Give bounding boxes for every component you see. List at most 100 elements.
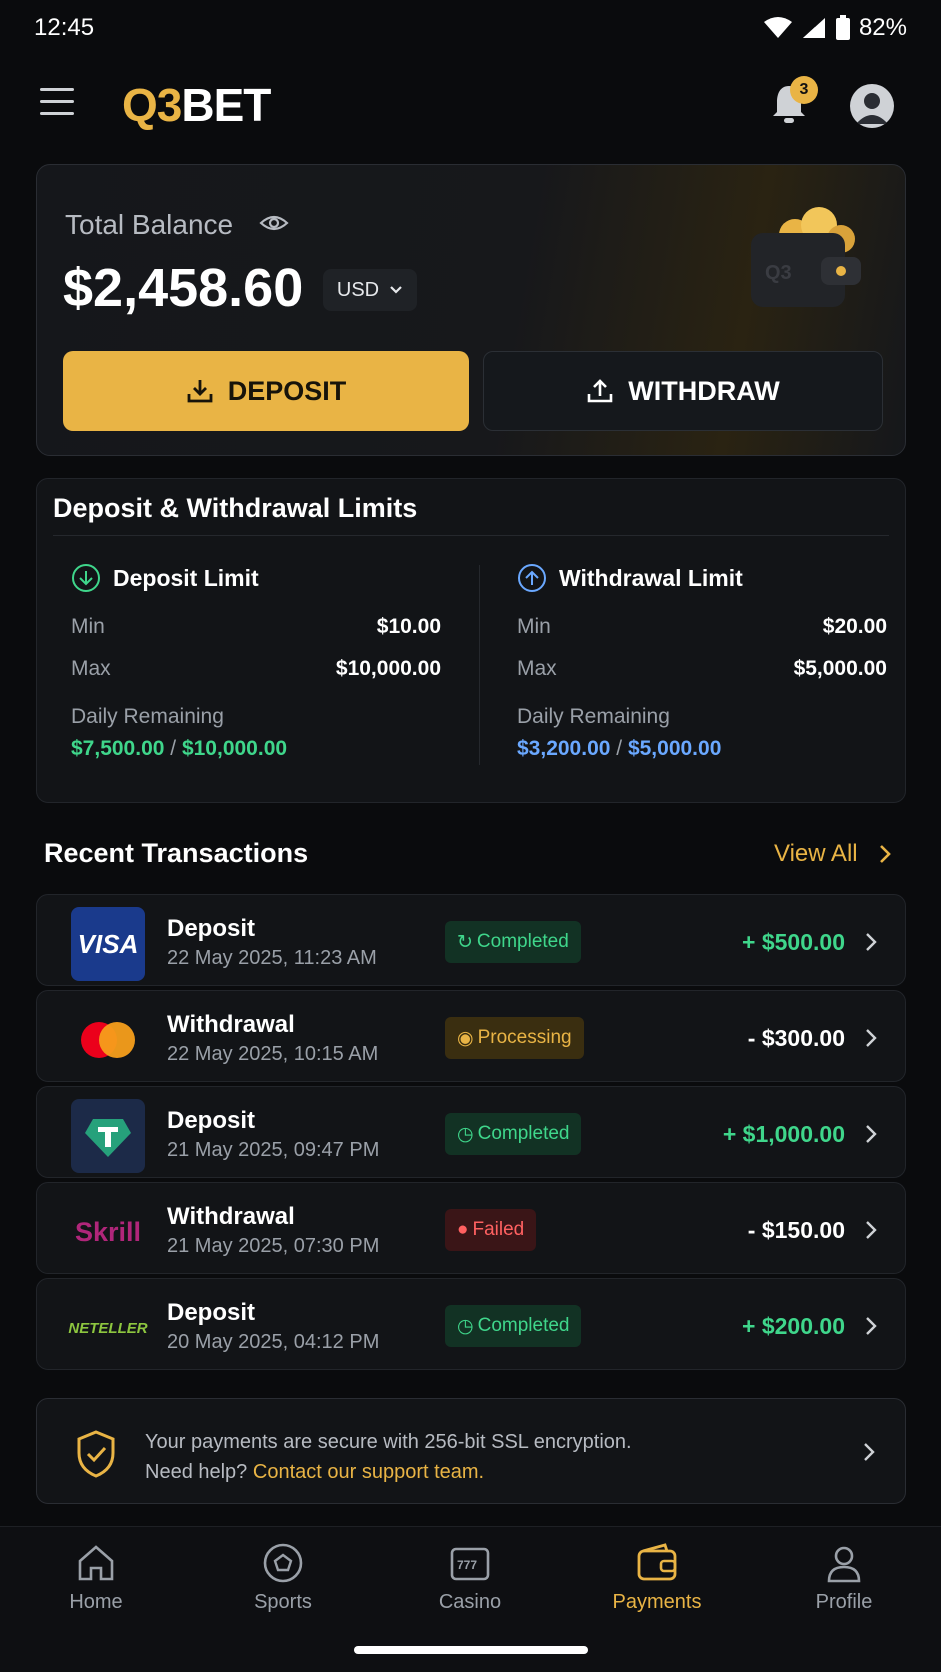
nav-item-home[interactable]: Home [26,1541,166,1614]
signal-icon [802,18,825,38]
upload-icon [587,379,613,403]
transaction-date: 22 May 2025, 10:15 AM [167,1043,379,1065]
chevron-right-icon [866,1029,877,1047]
withdrawal-limit-title: Withdrawal Limit [559,564,743,591]
limits-title: Deposit & Withdrawal Limits [53,493,418,523]
svg-text:777: 777 [457,1558,477,1572]
currency-value: USD [336,278,380,301]
chevron-right-icon [864,1443,875,1461]
balance-card: Total Balance $2,458.60 USD Q3 DEPOSIT W… [36,164,906,456]
deposit-max-value: $10,000.00 [335,657,441,680]
chevron-right-icon [866,1317,877,1335]
deposit-daily-remaining: $7,500.00 / $10,000.00 [71,737,288,760]
arrow-up-circle-icon [518,564,546,592]
status-icons: 82% [763,14,907,42]
withdrawal-max-value: $5,000.00 [793,657,887,680]
chevron-right-icon [866,1221,877,1239]
arrow-down-circle-icon [72,564,100,592]
deposit-limit-section: Deposit Limit Min $10.00 Max $10,000.00 Da… [71,561,441,761]
status-bar: 12:45 82% [0,0,941,56]
transaction-amount: + $200.00 [742,1313,845,1339]
withdrawal-min-value: $20.00 [822,615,887,638]
withdrawal-daily-remaining: $3,200.00 / $5,000.00 [517,737,722,760]
transaction-row[interactable]: Withdrawal 22 May 2025, 10:15 AM ◉ Proces… [36,990,906,1082]
min-label: Min [71,615,105,638]
transaction-type: Deposit [167,915,256,942]
wifi-icon [763,17,792,38]
avatar[interactable] [850,84,894,128]
transaction-amount: + $500.00 [742,929,845,955]
neteller-logo-icon: NETELLER [68,1319,148,1337]
menu-button[interactable] [40,88,74,116]
withdraw-button[interactable]: WITHDRAW [483,351,883,431]
deposit-label: DEPOSIT [227,375,347,406]
view-all-link[interactable]: View All [774,840,892,868]
withdraw-label: WITHDRAW [628,375,780,406]
skrill-logo-icon: Skrill [74,1216,142,1247]
status-time: 12:45 [34,14,95,41]
status-badge: ◷ Completed [445,1113,582,1155]
balance-amount: $2,458.60 [63,258,304,318]
transaction-amount: - $150.00 [747,1217,845,1243]
daily-remaining-label: Daily Remaining [517,705,670,728]
nav-item-payments[interactable]: Payments [587,1541,727,1614]
transaction-date: 21 May 2025, 09:47 PM [167,1139,380,1161]
view-all-label: View All [774,840,858,867]
transaction-row[interactable]: VISA Deposit 22 May 2025, 11:23 AM ↻ Comp… [36,894,906,986]
visa-logo-icon: VISA [71,907,145,981]
transaction-row[interactable]: Skrill Withdrawal 21 May 2025, 07:30 PM … [36,1182,906,1274]
nav-item-casino[interactable]: 777 Casino [400,1541,540,1614]
chevron-right-icon [866,1125,877,1143]
person-icon [827,1546,861,1583]
deposit-min-value: $10.00 [376,615,441,638]
currency-select[interactable]: USD [323,269,417,311]
ball-icon [263,1543,303,1583]
tether-logo-icon [71,1099,145,1173]
shield-check-icon [77,1430,115,1478]
limits-card: Deposit & Withdrawal Limits Deposit Limi… [36,478,906,803]
home-indicator[interactable] [354,1646,588,1654]
deposit-button[interactable]: DEPOSIT [63,351,469,431]
battery-icon [835,15,850,40]
transaction-date: 21 May 2025, 07:30 PM [167,1235,380,1257]
transaction-date: 22 May 2025, 11:23 AM [167,947,377,969]
status-badge: ◉ Processing [445,1017,584,1059]
wallet-icon [637,1543,677,1581]
deposit-limit-title: Deposit Limit [113,564,259,591]
download-icon [187,380,213,403]
max-label: Max [71,657,111,680]
transaction-type: Withdrawal [167,1011,295,1038]
notification-badge: 3 [790,76,818,104]
max-label: Max [517,657,557,680]
transaction-type: Deposit [167,1107,256,1134]
nav-item-profile[interactable]: Profile [774,1541,914,1614]
recent-transactions-title: Recent Transactions [44,838,309,868]
transaction-date: 20 May 2025, 04:12 PM [167,1331,380,1353]
hide-balance-eye-icon[interactable] [259,211,289,235]
security-notice[interactable]: Your payments are secure with 256-bit SS… [36,1398,906,1504]
app-logo: Q3BET [122,79,271,131]
svg-text:Q3: Q3 [765,262,792,284]
status-badge: ● Failed [445,1209,537,1251]
balance-label: Total Balance [65,209,234,240]
transaction-type: Withdrawal [167,1203,295,1230]
security-text: Your payments are secure with 256-bit SS… [145,1431,632,1453]
nav-item-sports[interactable]: Sports [213,1541,353,1614]
divider [53,535,889,536]
transaction-row[interactable]: Deposit 21 May 2025, 09:47 PM ◷ Completed… [36,1086,906,1178]
status-badge: ↻ Completed [445,921,581,963]
transaction-row[interactable]: NETELLER Deposit 20 May 2025, 04:12 PM ◷… [36,1278,906,1370]
slot-icon: 777 [450,1547,490,1581]
daily-remaining-label: Daily Remaining [71,705,224,728]
support-text: Need help? Contact our support team. [145,1461,485,1483]
user-icon [856,93,888,124]
home-icon [78,1545,114,1581]
transaction-type: Deposit [167,1299,256,1326]
min-label: Min [517,615,551,638]
status-badge: ◷ Completed [445,1305,582,1347]
wallet-illustration-icon: Q3 [751,207,861,307]
chevron-right-icon [866,933,877,951]
battery-level: 82% [858,14,907,41]
chevron-right-icon [879,845,891,863]
contact-support-link[interactable]: Contact our support team. [253,1461,484,1483]
